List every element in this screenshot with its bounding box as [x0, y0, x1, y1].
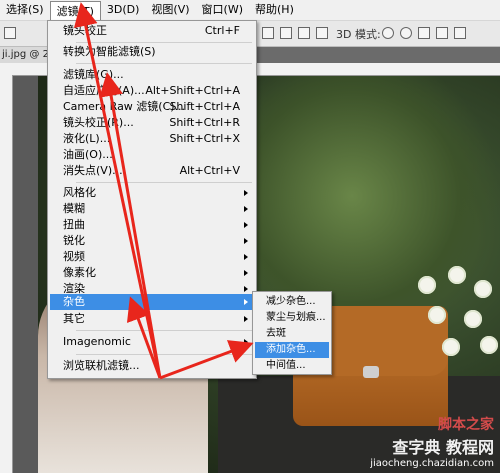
menu-item-adaptive-wide-angle[interactable]: 自适应广角(A)... Alt+Shift+Ctrl+A	[50, 83, 254, 99]
tool-option-icon[interactable]	[4, 27, 16, 39]
watermark-site-name: 脚本之家	[438, 417, 494, 433]
align-icon[interactable]	[262, 27, 274, 39]
distribute-icon[interactable]	[316, 27, 328, 39]
menu-3d[interactable]: 3D(D)	[101, 0, 146, 20]
submenu-item-despeckle[interactable]: 去斑	[255, 326, 329, 342]
align-icon[interactable]	[280, 27, 292, 39]
submenu-item-add-noise[interactable]: 添加杂色...	[255, 342, 329, 358]
menu-item-vanishing-point[interactable]: 消失点(V)... Alt+Ctrl+V	[50, 163, 254, 179]
slide-3d-icon[interactable]	[436, 27, 448, 39]
menu-item-browse-online-filters[interactable]: 浏览联机滤镜...	[50, 358, 254, 374]
menubar: 选择(S) 滤镜(T) 3D(D) 视图(V) 窗口(W) 帮助(H)	[0, 0, 500, 21]
3d-mode-label: 3D 模式:	[336, 28, 381, 41]
menu-view[interactable]: 视图(V)	[145, 0, 195, 20]
menu-item-pixelate[interactable]: 像素化	[50, 265, 254, 281]
menu-window[interactable]: 窗口(W)	[196, 0, 249, 20]
menu-item-convert-smart-filter[interactable]: 转换为智能滤镜(S)	[50, 44, 254, 60]
vertical-ruler	[0, 75, 13, 473]
flowers	[408, 266, 500, 376]
submenu-item-dust-scratches[interactable]: 蒙尘与划痕...	[255, 310, 329, 326]
menu-item-stylize[interactable]: 风格化	[50, 185, 254, 201]
menu-item-oil-paint[interactable]: 油画(O)...	[50, 147, 254, 163]
rotate-3d-icon[interactable]	[382, 27, 394, 39]
watermark: 脚本之家 查字典 教程网 jiaocheng.chazidian.com	[370, 414, 494, 469]
menu-item-camera-raw[interactable]: Camera Raw 滤镜(C)... Shift+Ctrl+A	[50, 99, 254, 115]
filter-menu: 镜头校正 Ctrl+F 转换为智能滤镜(S) 滤镜库(G)... 自适应广角(A…	[47, 20, 257, 379]
submenu-arrow-icon	[244, 339, 248, 345]
watermark-url: jiaocheng.chazidian.com	[370, 458, 494, 469]
watermark-title: 查字典 教程网	[392, 438, 494, 457]
submenu-arrow-icon	[244, 190, 248, 196]
submenu-arrow-icon	[244, 254, 248, 260]
roll-3d-icon[interactable]	[400, 27, 412, 39]
submenu-arrow-icon	[244, 299, 248, 305]
drag-3d-icon[interactable]	[418, 27, 430, 39]
distribute-icon[interactable]	[298, 27, 310, 39]
menu-item-sharpen[interactable]: 锐化	[50, 233, 254, 249]
menu-item-video[interactable]: 视频	[50, 249, 254, 265]
menu-item-other[interactable]: 其它	[50, 311, 254, 327]
menu-item-noise[interactable]: 杂色	[50, 294, 254, 310]
submenu-arrow-icon	[244, 222, 248, 228]
submenu-arrow-icon	[244, 206, 248, 212]
noise-submenu: 减少杂色... 蒙尘与划痕... 去斑 添加杂色... 中间值...	[252, 291, 332, 375]
submenu-arrow-icon	[244, 238, 248, 244]
submenu-arrow-icon	[244, 286, 248, 292]
menu-select[interactable]: 选择(S)	[0, 0, 50, 20]
submenu-item-median[interactable]: 中间值...	[255, 358, 329, 374]
menu-item-liquify[interactable]: 液化(L)... Shift+Ctrl+X	[50, 131, 254, 147]
menu-item-filter-gallery[interactable]: 滤镜库(G)...	[50, 67, 254, 83]
submenu-item-reduce-noise[interactable]: 减少杂色...	[255, 294, 329, 310]
handbag-clasp	[363, 366, 379, 378]
submenu-arrow-icon	[244, 316, 248, 322]
menu-filter[interactable]: 滤镜(T)	[49, 0, 101, 20]
scale-3d-icon[interactable]	[454, 27, 466, 39]
menu-item-last-filter[interactable]: 镜头校正 Ctrl+F	[50, 23, 254, 39]
menu-item-blur[interactable]: 模糊	[50, 201, 254, 217]
menu-item-distort[interactable]: 扭曲	[50, 217, 254, 233]
menu-item-imagenomic[interactable]: Imagenomic	[50, 334, 254, 350]
submenu-arrow-icon	[244, 270, 248, 276]
menu-help[interactable]: 帮助(H)	[249, 0, 300, 20]
menu-item-lens-correction[interactable]: 镜头校正(R)... Shift+Ctrl+R	[50, 115, 254, 131]
